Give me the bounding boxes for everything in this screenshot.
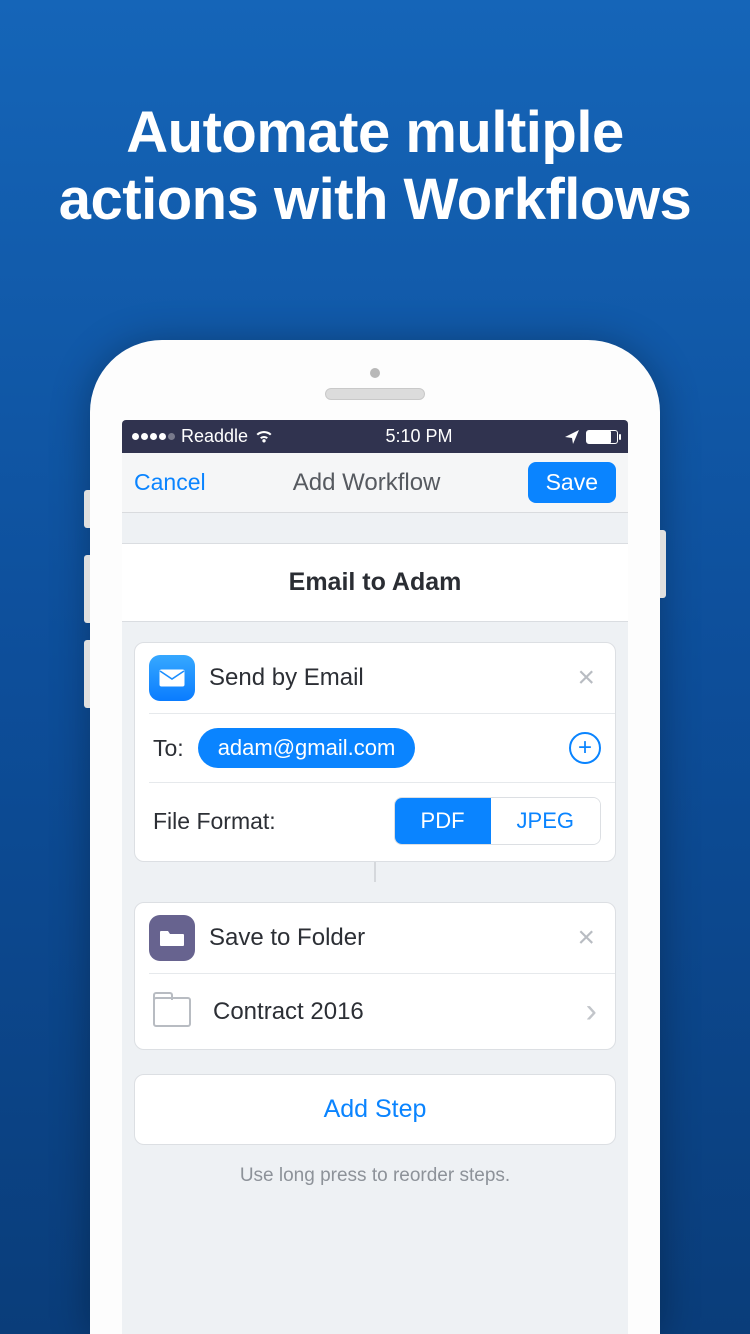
chevron-right-icon: ›	[586, 992, 601, 1031]
phone-side-button	[84, 640, 90, 708]
workflow-name-field[interactable]: Email to Adam	[122, 543, 628, 622]
phone-side-button	[660, 530, 666, 598]
wifi-icon	[254, 430, 274, 444]
page-title: Add Workflow	[293, 469, 441, 497]
format-option-jpeg[interactable]: JPEG	[491, 798, 600, 844]
selected-folder-name: Contract 2016	[213, 998, 586, 1026]
recipient-chip[interactable]: adam@gmail.com	[198, 728, 416, 768]
format-option-pdf[interactable]: PDF	[395, 798, 491, 844]
folder-picker-row[interactable]: Contract 2016 ›	[135, 974, 615, 1049]
remove-step-button[interactable]: ×	[571, 661, 601, 695]
nav-bar: Cancel Add Workflow Save	[122, 453, 628, 513]
app-screen: Readdle 5:10 PM Cancel Add Workflow Save…	[122, 420, 628, 1334]
remove-step-button[interactable]: ×	[571, 921, 601, 955]
file-format-segmented-control[interactable]: PDF JPEG	[394, 797, 601, 845]
format-label: File Format:	[153, 808, 276, 835]
save-button[interactable]: Save	[528, 462, 616, 503]
status-time: 5:10 PM	[386, 426, 453, 447]
folder-icon	[149, 915, 195, 961]
to-label: To:	[153, 735, 184, 762]
step-card-email: Send by Email × To: adam@gmail.com + Fil…	[134, 642, 616, 862]
phone-camera	[370, 368, 380, 378]
step-label: Send by Email	[209, 664, 571, 692]
step-card-folder: Save to Folder × Contract 2016 ›	[134, 902, 616, 1050]
carrier-label: Readdle	[181, 426, 248, 447]
signal-dots-icon	[132, 433, 175, 440]
step-label: Save to Folder	[209, 924, 571, 952]
add-recipient-button[interactable]: +	[569, 732, 601, 764]
battery-icon	[586, 430, 618, 444]
step-connector	[374, 862, 376, 882]
status-bar: Readdle 5:10 PM	[122, 420, 628, 453]
phone-side-button	[84, 490, 90, 528]
phone-frame: Readdle 5:10 PM Cancel Add Workflow Save…	[90, 340, 660, 1334]
phone-speaker	[325, 388, 425, 400]
location-icon	[564, 429, 580, 445]
folder-outline-icon	[153, 997, 191, 1027]
phone-side-button	[84, 555, 90, 623]
add-step-button[interactable]: Add Step	[134, 1074, 616, 1145]
reorder-hint: Use long press to reorder steps.	[122, 1165, 628, 1187]
promo-title: Automate multiple actions with Workflows	[0, 0, 750, 233]
email-icon	[149, 655, 195, 701]
cancel-button[interactable]: Cancel	[134, 469, 206, 496]
